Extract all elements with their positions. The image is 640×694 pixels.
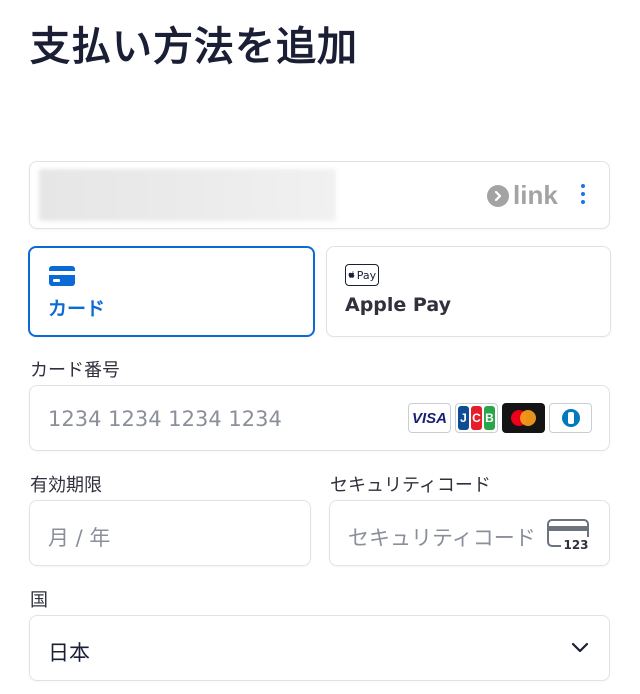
country-select[interactable]: 日本 <box>29 615 610 681</box>
link-logo: link <box>487 180 558 211</box>
apple-pay-icon: Pay <box>345 264 379 286</box>
link-arrow-icon <box>487 184 509 207</box>
more-options-icon[interactable] <box>579 184 587 208</box>
country-value: 日本 <box>48 641 90 665</box>
expiry-input[interactable]: 月 / 年 <box>29 500 311 566</box>
tab-card-label: カード <box>48 298 106 320</box>
chevron-down-icon <box>571 642 589 653</box>
diners-club-icon <box>549 403 592 433</box>
tab-apple-pay-label: Apple Pay <box>345 294 451 316</box>
page-title: 支払い方法を追加 <box>30 24 358 70</box>
blurred-account-info <box>39 169 336 221</box>
card-brands: VISA J C B <box>408 403 592 433</box>
jcb-icon: J C B <box>455 403 498 433</box>
country-label: 国 <box>30 590 48 611</box>
credit-card-icon <box>49 266 75 286</box>
cvc-input[interactable]: セキュリティコード 123 <box>329 500 610 566</box>
cvc-card-icon: 123 <box>547 519 591 551</box>
cvc-placeholder: セキュリティコード <box>348 526 536 550</box>
expiry-label: 有効期限 <box>30 475 102 496</box>
expiry-placeholder: 月 / 年 <box>48 526 111 550</box>
mastercard-icon <box>502 403 545 433</box>
link-logo-text: link <box>513 180 558 210</box>
tab-card[interactable]: カード <box>28 246 315 337</box>
card-number-placeholder: 1234 1234 1234 1234 <box>48 407 282 431</box>
tab-apple-pay[interactable]: Pay Apple Pay <box>326 246 611 337</box>
card-number-input[interactable]: 1234 1234 1234 1234 VISA J C B <box>29 385 610 451</box>
card-number-label: カード番号 <box>30 360 120 381</box>
cvc-label: セキュリティコード <box>330 475 491 496</box>
svg-text:123: 123 <box>563 538 588 551</box>
link-account-row[interactable]: link <box>29 161 610 229</box>
visa-icon: VISA <box>408 403 451 433</box>
apple-pay-badge-text: Pay <box>356 268 377 282</box>
